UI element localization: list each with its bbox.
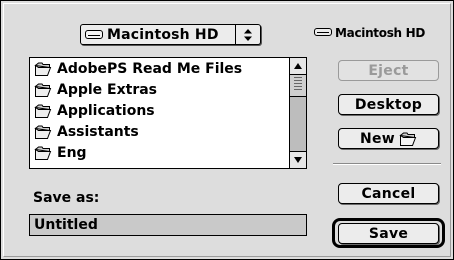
button-separator (333, 163, 441, 165)
list-item-label: AdobePS Read Me Files (57, 60, 243, 77)
desktop-button[interactable]: Desktop (338, 94, 439, 115)
eject-button-label: Eject (368, 62, 409, 79)
updown-arrows-icon (235, 25, 260, 44)
scroll-up-button[interactable] (290, 58, 306, 75)
list-item[interactable]: Eng (30, 142, 288, 163)
desktop-button-label: Desktop (354, 96, 423, 113)
hard-disk-icon (314, 26, 332, 40)
list-item-label: Assistants (57, 123, 139, 140)
hard-disk-icon (81, 25, 107, 44)
folder-icon (34, 124, 52, 140)
scroll-down-button[interactable] (290, 151, 306, 168)
list-item[interactable]: Applications (30, 100, 288, 121)
file-list-items: AdobePS Read Me Files Apple Extras Appli… (30, 58, 288, 163)
down-arrow-icon (294, 157, 302, 163)
list-item-label: Apple Extras (57, 81, 158, 98)
eject-button[interactable]: Eject (338, 60, 439, 81)
folder-icon (34, 82, 52, 98)
list-item[interactable]: Assistants (30, 121, 288, 142)
folder-icon (399, 131, 417, 147)
file-list[interactable]: AdobePS Read Me Files Apple Extras Appli… (29, 57, 307, 169)
list-item[interactable]: AdobePS Read Me Files (30, 58, 288, 79)
file-list-scrollbar[interactable] (289, 58, 306, 168)
list-item-label: Applications (57, 102, 155, 119)
new-folder-button[interactable]: New (338, 128, 439, 149)
current-disk: Macintosh HD (314, 26, 425, 40)
location-popup-label: Macintosh HD (107, 26, 219, 43)
cancel-button-label: Cancel (361, 185, 416, 202)
folder-icon (34, 61, 52, 77)
filename-value: Untitled (34, 217, 98, 233)
scroll-thumb[interactable] (290, 75, 306, 97)
disk-name-label: Macintosh HD (335, 26, 426, 40)
save-button-label: Save (368, 225, 409, 242)
filename-field[interactable]: Untitled (29, 214, 307, 236)
save-as-label: Save as: (33, 190, 100, 206)
list-item[interactable]: Apple Extras (30, 79, 288, 100)
folder-icon (34, 103, 52, 119)
save-button[interactable]: Save (338, 223, 439, 244)
location-popup[interactable]: Macintosh HD (80, 24, 261, 45)
up-arrow-icon (294, 63, 302, 69)
save-dialog: Macintosh HD Macintosh HD AdobePS Read M… (0, 0, 454, 260)
list-item-label: Eng (57, 144, 87, 161)
cancel-button[interactable]: Cancel (338, 183, 439, 204)
new-folder-button-label: New (359, 130, 396, 147)
folder-icon (34, 145, 52, 161)
